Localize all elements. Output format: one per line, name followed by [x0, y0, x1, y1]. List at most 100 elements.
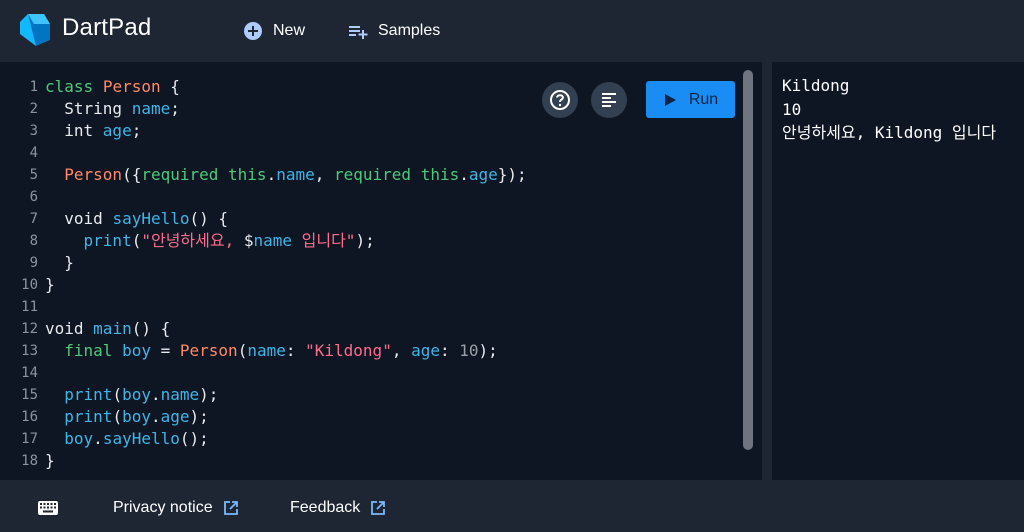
- line-number: 12: [21, 321, 38, 337]
- new-button-label: New: [273, 22, 306, 39]
- code-line[interactable]: print(boy.age);: [45, 406, 527, 428]
- line-number: 13: [21, 343, 38, 359]
- code-line[interactable]: void main() {: [45, 318, 527, 340]
- code-line[interactable]: print(boy.name);: [45, 384, 527, 406]
- code-token: age: [102, 121, 132, 140]
- code-token: name: [276, 165, 315, 184]
- code-token: final: [64, 341, 113, 360]
- line-number: 11: [21, 299, 38, 315]
- line-number: 9: [29, 255, 38, 271]
- code-token: );: [189, 407, 209, 426]
- code-area[interactable]: class Person { String name; int age; Per…: [45, 76, 527, 472]
- help-button[interactable]: [542, 82, 578, 118]
- code-token: this: [228, 165, 267, 184]
- code-token: (: [112, 385, 123, 404]
- code-token: }: [45, 451, 55, 470]
- code-token: name: [131, 99, 171, 118]
- console-output: Kildong 10 안녕하세요, Kildong 입니다: [782, 74, 996, 145]
- code-line[interactable]: }: [45, 252, 527, 274]
- code-editor[interactable]: 1 2 3 4 5 6 7 8 9 10 11 12 13 14 15 16 17 18 class Person…: [0, 62, 762, 480]
- code-token: Person: [102, 77, 161, 96]
- line-number: 18: [21, 453, 38, 469]
- footer: Privacy notice Feedback: [0, 480, 1024, 532]
- code-token: () {: [189, 209, 229, 228]
- line-number: 16: [21, 409, 38, 425]
- help-icon: [550, 90, 570, 110]
- code-token: ,: [391, 341, 412, 360]
- code-token: (: [237, 341, 248, 360]
- code-line[interactable]: class Person {: [45, 76, 527, 98]
- code-line[interactable]: [45, 186, 527, 208]
- code-line[interactable]: }: [45, 274, 527, 296]
- code-token: age: [468, 165, 498, 184]
- code-token: 10: [459, 341, 479, 360]
- code-line[interactable]: final boy = Person(name: "Kildong", age:…: [45, 340, 527, 362]
- code-token: sayHello: [102, 429, 180, 448]
- samples-button-label: Samples: [378, 22, 441, 39]
- code-token: age: [411, 341, 440, 360]
- feedback-link[interactable]: Feedback: [290, 498, 386, 518]
- code-line[interactable]: String name;: [45, 98, 527, 120]
- keyboard-icon[interactable]: [38, 501, 58, 515]
- code-token: ;: [170, 99, 180, 118]
- line-number: 10: [21, 277, 38, 293]
- add-circle-icon: [244, 22, 262, 40]
- code-token: print: [83, 231, 132, 250]
- line-number: 4: [29, 145, 38, 161]
- code-token: this: [420, 165, 460, 184]
- code-token: .: [266, 165, 277, 184]
- code-line[interactable]: int age;: [45, 120, 527, 142]
- code-token: () {: [131, 319, 171, 338]
- code-token: "안녕하세요,: [141, 231, 244, 250]
- play-icon: [664, 93, 676, 106]
- code-token: name: [247, 341, 286, 360]
- format-icon: [602, 93, 616, 107]
- line-number: 6: [29, 189, 38, 205]
- code-token: ,: [314, 165, 334, 184]
- code-line[interactable]: Person({required this.name, required thi…: [45, 164, 526, 186]
- code-line[interactable]: }: [45, 450, 527, 472]
- samples-button[interactable]: Samples: [348, 18, 440, 44]
- format-button[interactable]: [591, 82, 627, 118]
- run-button[interactable]: Run: [646, 81, 735, 118]
- code-token: sayHello: [112, 209, 190, 228]
- code-token: class: [45, 77, 94, 96]
- playlist-add-icon: [349, 26, 368, 39]
- code-line[interactable]: print("안녕하세요, $name 입니다");: [45, 230, 527, 252]
- code-token: {: [160, 77, 180, 96]
- code-token: .: [150, 385, 161, 404]
- code-token: ();: [179, 429, 209, 448]
- code-line[interactable]: [45, 362, 527, 384]
- code-token: Person: [179, 341, 238, 360]
- code-line[interactable]: [45, 142, 527, 164]
- code-token: (: [112, 407, 123, 426]
- code-line[interactable]: [45, 296, 527, 318]
- new-button[interactable]: New: [243, 18, 305, 44]
- code-line[interactable]: boy.sayHello();: [45, 428, 527, 450]
- privacy-notice-link[interactable]: Privacy notice: [113, 498, 239, 518]
- editor-scrollbar[interactable]: [743, 70, 753, 450]
- code-token: boy: [122, 407, 151, 426]
- code-token: age: [160, 407, 190, 426]
- top-bar: DartPad New Samples: [0, 0, 1024, 62]
- code-line[interactable]: void sayHello() {: [45, 208, 527, 230]
- line-number-gutter: 1 2 3 4 5 6 7 8 9 10 11 12 13 14 15 16 17 18: [0, 76, 38, 472]
- code-token: name: [253, 231, 293, 250]
- privacy-notice-label: Privacy notice: [113, 499, 213, 516]
- code-token: required: [334, 165, 412, 184]
- line-number: 14: [21, 365, 38, 381]
- split-divider[interactable]: [762, 62, 772, 480]
- console-line: 안녕하세요, Kildong 입니다: [782, 123, 997, 142]
- open-in-new-icon: [371, 501, 386, 515]
- console-line: 10: [782, 99, 802, 119]
- line-number: 7: [29, 211, 38, 227]
- code-token: :: [285, 341, 306, 360]
- line-number: 5: [29, 167, 38, 183]
